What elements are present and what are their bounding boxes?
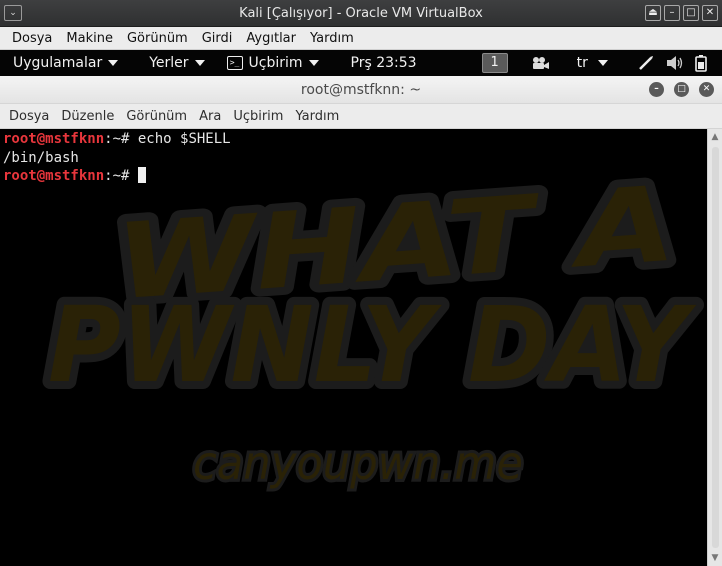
menu-gorunum[interactable]: Görünüm [127, 31, 188, 46]
prompt-user: root@mstfknn [3, 131, 105, 147]
prompt-user: root@mstfknn [3, 168, 105, 184]
clock[interactable]: Prş 23:53 [351, 55, 417, 71]
command-text: :~# echo $SHELL [104, 131, 231, 147]
terminal-menu-duzenle[interactable]: Düzenle [61, 109, 114, 124]
terminal-menu-dosya[interactable]: Dosya [9, 109, 49, 124]
applications-menu[interactable]: Uygulamalar [13, 55, 119, 71]
scroll-track[interactable] [712, 147, 719, 548]
maximize-button[interactable]: □ [683, 5, 699, 21]
menu-makine[interactable]: Makine [66, 31, 113, 46]
pen-icon[interactable] [638, 55, 654, 71]
minimize-button[interactable]: – [664, 5, 680, 21]
terminal-menu-ara[interactable]: Ara [199, 109, 221, 124]
wallpaper-logo: WHAT A PWNLY DAY canyoupwn.me [40, 155, 705, 493]
battery-icon[interactable] [694, 54, 710, 72]
keyboard-layout-label: tr [576, 55, 588, 71]
app-menu-terminal[interactable]: >_ Uçbirim [226, 55, 319, 71]
chevron-down-icon [308, 60, 319, 66]
workspace-number: 1 [481, 53, 508, 73]
terminal-maximize-button[interactable]: □ [674, 82, 689, 97]
applications-label: Uygulamalar [13, 55, 103, 71]
menu-dosya[interactable]: Dosya [12, 31, 52, 46]
terminal-output[interactable]: WHAT A PWNLY DAY canyoupwn.me root@mstfk… [0, 129, 707, 566]
terminal-minimize-button[interactable]: – [649, 82, 664, 97]
window-buttons: ⏏ – □ ✕ [645, 5, 718, 21]
video-camera-icon[interactable] [532, 56, 550, 70]
terminal-menu-gorunum[interactable]: Görünüm [126, 109, 187, 124]
terminal-menu-ucbirim[interactable]: Uçbirim [233, 109, 283, 124]
scroll-up-icon[interactable]: ▲ [710, 132, 720, 142]
prompt-suffix: :~# [104, 168, 138, 184]
terminal-header[interactable]: root@mstfknn: ~ – □ ✕ [0, 76, 722, 104]
terminal-menubar: Dosya Düzenle Görünüm Ara Uçbirim Yardım [0, 104, 722, 129]
close-button[interactable]: ✕ [702, 5, 718, 21]
text-cursor [137, 167, 146, 183]
places-menu[interactable]: Yerler [149, 55, 205, 71]
workspace-indicator[interactable]: 1 [481, 53, 508, 73]
terminal-line: root@mstfknn:~# echo $SHELL [3, 130, 231, 149]
terminal-lines: root@mstfknn:~# echo $SHELL/bin/bash root… [3, 130, 231, 186]
scroll-down-icon[interactable]: ▼ [710, 553, 720, 563]
chevron-down-icon [194, 60, 205, 66]
terminal-line: root@mstfknn:~# [3, 167, 231, 186]
terminal-title: root@mstfknn: ~ [300, 82, 422, 98]
volume-icon[interactable] [666, 55, 684, 71]
menu-girdi[interactable]: Girdi [202, 31, 233, 46]
top-panel: Uygulamalar Yerler >_ Uçbirim Prş 23:53 … [0, 50, 722, 76]
menu-aygitlar[interactable]: Aygıtlar [246, 31, 296, 46]
keyboard-layout-menu[interactable]: tr [577, 55, 608, 71]
app-menu-label: Uçbirim [248, 55, 303, 71]
terminal-window-buttons: – □ ✕ [649, 82, 714, 97]
terminal-close-button[interactable]: ✕ [699, 82, 714, 97]
virtualbox-menubar: Dosya Makine Görünüm Girdi Aygıtlar Yard… [0, 27, 722, 50]
clock-label: Prş 23:53 [350, 55, 417, 71]
terminal-menu-yardim[interactable]: Yardım [295, 109, 339, 124]
virtualbox-title-bar[interactable]: ⌄ Kali [Çalışıyor] - Oracle VM VirtualBo… [0, 0, 722, 27]
terminal-scrollbar[interactable]: ▲ ▼ [707, 129, 722, 566]
terminal-icon: >_ [226, 56, 243, 70]
scale-icon[interactable]: ⏏ [645, 5, 661, 21]
chevron-down-icon [108, 60, 119, 66]
terminal-line: /bin/bash [3, 149, 231, 168]
wallpaper-site-text: canyoupwn.me [193, 436, 523, 490]
window-title: Kali [Çalışıyor] - Oracle VM VirtualBox [239, 6, 483, 21]
command-output: /bin/bash [3, 149, 79, 166]
places-label: Yerler [149, 55, 189, 71]
wallpaper-text-line2: PWNLY DAY [48, 284, 697, 406]
chevron-down-icon [597, 60, 608, 66]
menu-yardim[interactable]: Yardım [310, 31, 354, 46]
